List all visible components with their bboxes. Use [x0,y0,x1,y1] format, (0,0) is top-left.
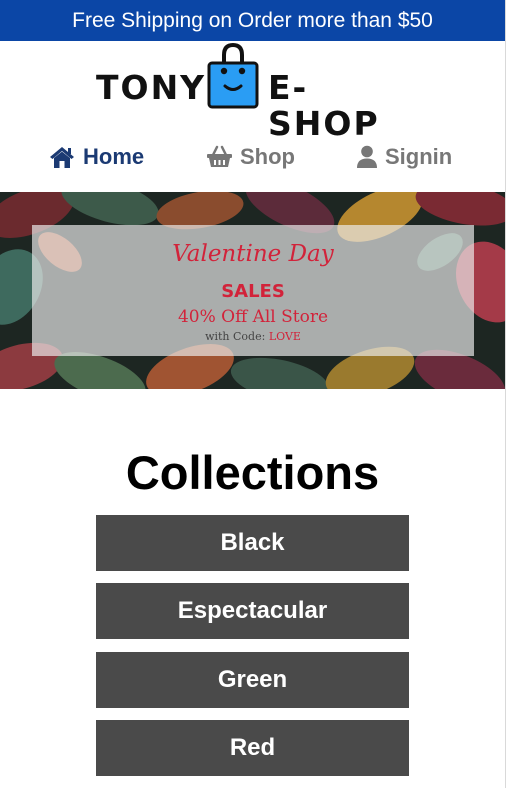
promo-banner-overlay: Valentine Day SALES 40% Off All Store wi… [32,225,474,356]
nav-item-shop-label: Shop [240,144,295,169]
promo-text: Free Shipping on Order more than $50 [72,9,433,32]
brand-logo-left: TONY [96,68,207,107]
nav-item-shop[interactable]: Shop [206,142,295,172]
banner-offer: 40% Off All Store [177,307,329,327]
page: Free Shipping on Order more than $50 TON… [0,0,506,788]
promo-banner[interactable]: Valentine Day SALES 40% Off All Store wi… [0,192,505,389]
basket-icon [207,145,232,167]
collection-button-black[interactable]: Black [96,515,409,571]
collection-button-red[interactable]: Red [96,720,409,776]
user-icon [357,145,377,168]
banner-sales: SALES [221,281,285,302]
shopping-bag-icon [207,43,259,109]
collections-heading: Collections [125,446,380,499]
promo-bar: Free Shipping on Order more than $50 [0,0,505,41]
collection-button-green[interactable]: Green [96,652,409,708]
banner-code-prefix: with Code: [205,330,266,343]
main-nav: Home Shop Signin [0,132,505,184]
nav-item-home[interactable]: Home [48,142,144,172]
home-icon [50,147,74,168]
nav-item-signin[interactable]: Signin [356,142,452,172]
brand-logo[interactable]: TONY E-SHOP [94,43,410,142]
collection-button-espectacular[interactable]: Espectacular [96,583,409,639]
banner-code-line: with Code: LOVE [32,330,474,343]
banner-code: LOVE [268,330,301,343]
nav-item-signin-label: Signin [385,144,453,169]
nav-item-home-label: Home [83,144,145,169]
banner-title: Valentine Day [172,241,334,267]
